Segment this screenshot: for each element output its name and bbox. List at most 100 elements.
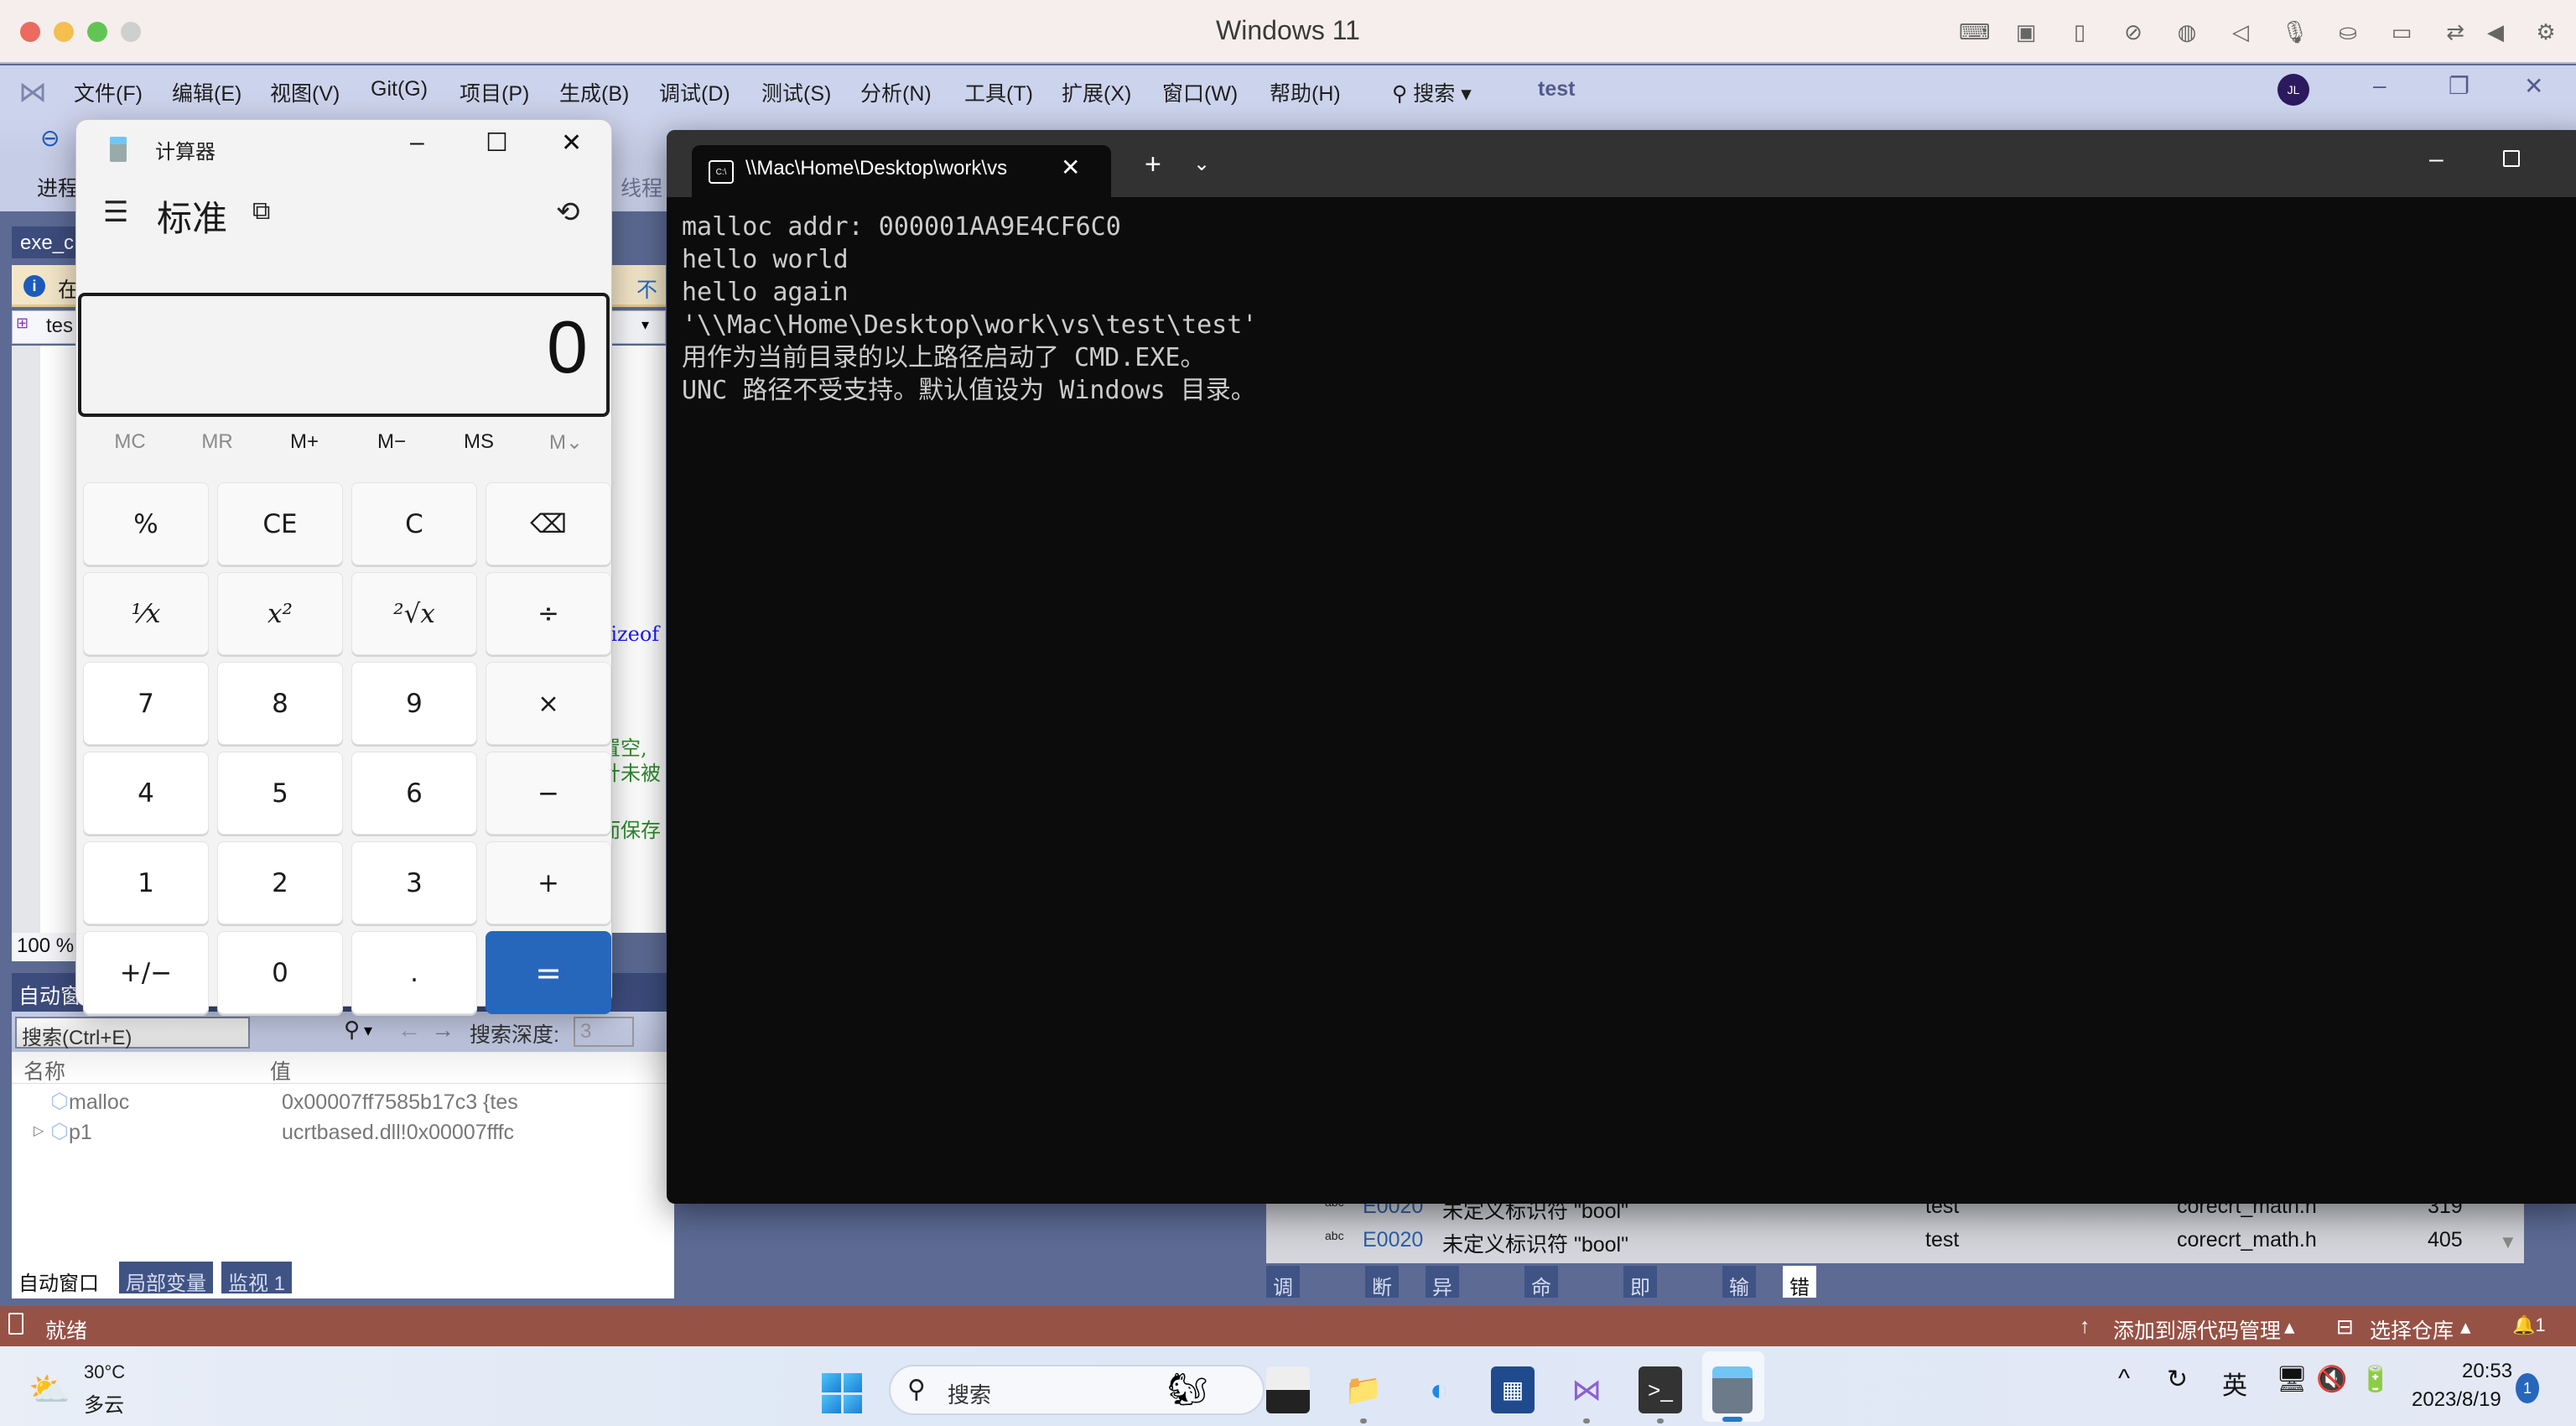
share-icon[interactable]: ⇄	[2442, 18, 2469, 45]
new-tab-button[interactable]: +	[1145, 148, 1161, 181]
clock-time[interactable]: 20:53	[2462, 1360, 2512, 1383]
digit-6-button[interactable]: 6	[351, 752, 477, 835]
digit-1-button[interactable]: 1	[83, 841, 209, 924]
store-app-icon[interactable]: ▦	[1491, 1366, 1535, 1413]
zoom-level-dropdown[interactable]: 100 %	[12, 933, 80, 961]
start-button[interactable]	[822, 1373, 862, 1413]
digit-7-button[interactable]: 7	[83, 662, 209, 745]
gear-icon[interactable]: ⚙	[2532, 18, 2559, 45]
calculator-maximize-button[interactable]: ☐	[486, 128, 508, 158]
menu-debug[interactable]: 调试(D)	[659, 77, 730, 107]
digit-3-button[interactable]: 3	[351, 841, 477, 924]
menu-build[interactable]: 生成(B)	[559, 77, 629, 107]
vs-minimize-button[interactable]: –	[2373, 72, 2386, 99]
calculator-close-button[interactable]: ✕	[561, 128, 582, 158]
add-button[interactable]: +	[486, 841, 611, 924]
tab-immediate-window[interactable]: 即时窗口	[1623, 1266, 1657, 1387]
menu-extensions[interactable]: 扩展(X)	[1062, 77, 1131, 107]
menu-analyze[interactable]: 分析(N)	[860, 77, 932, 107]
subtract-button[interactable]: −	[486, 752, 611, 835]
calculator-app-icon[interactable]	[1712, 1366, 1753, 1413]
weather-temperature[interactable]: 30°C	[84, 1361, 125, 1383]
close-tab-icon[interactable]: ✕	[1061, 154, 1080, 181]
network-icon[interactable]: 🖥	[2276, 1365, 2308, 1394]
tab-exception-settings[interactable]: 异常设置	[1426, 1266, 1459, 1387]
digit-0-button[interactable]: 0	[217, 931, 343, 1014]
menu-edit[interactable]: 编辑(E)	[172, 77, 242, 107]
keyboard-icon[interactable]: ⌨	[1959, 18, 1991, 45]
digit-8-button[interactable]: 8	[217, 662, 343, 745]
arrow-forward-icon[interactable]: →	[431, 1017, 454, 1043]
visual-studio-app-icon[interactable]: ⋈	[1565, 1366, 1608, 1413]
arrow-back-icon[interactable]: ←	[397, 1017, 421, 1043]
memory-add-button[interactable]: M+	[262, 430, 346, 454]
backspace-button[interactable]: ⌫	[486, 482, 611, 565]
vs-close-button[interactable]: ✕	[2524, 72, 2543, 100]
digit-9-button[interactable]: 9	[351, 662, 477, 745]
speaker-icon[interactable]: ◁	[2227, 18, 2254, 45]
terminal-maximize-button[interactable]	[2503, 150, 2520, 167]
camera-icon[interactable]: ▭	[2388, 18, 2415, 45]
network-off-icon[interactable]: ⊘	[2120, 18, 2147, 45]
divide-button[interactable]: ÷	[486, 572, 611, 655]
table-row[interactable]: ▷ ⬡ p1 ucrtbased.dll!0x00007fffc	[29, 1119, 674, 1149]
notification-center-badge[interactable]: 1	[2516, 1373, 2539, 1403]
add-to-source-control-button[interactable]: 添加到源代码管理	[2113, 1314, 2281, 1345]
digit-2-button[interactable]: 2	[217, 841, 343, 924]
reciprocal-button[interactable]: ¹⁄x	[83, 572, 209, 655]
menu-test[interactable]: 测试(S)	[761, 77, 831, 107]
terminal-tab[interactable]: C:\ \\Mac\Home\Desktop\work\vs ✕	[692, 145, 1111, 197]
percent-button[interactable]: %	[83, 482, 209, 565]
memory-subtract-button[interactable]: M−	[350, 430, 434, 454]
tab-command-window[interactable]: 命令窗口	[1524, 1266, 1558, 1387]
table-row[interactable]: ⬡ malloc 0x00007ff7585b17c3 {tes	[29, 1089, 674, 1119]
chevron-down-icon[interactable]: ▾	[641, 316, 649, 334]
edge-app-icon[interactable]: ◐	[1417, 1366, 1461, 1413]
column-value[interactable]: 值	[270, 1055, 291, 1085]
tab-autos[interactable]: 自动窗口	[12, 1262, 106, 1295]
scroll-down-icon[interactable]: ▼	[2499, 1231, 2517, 1253]
arrow-left-icon[interactable]: ◀	[2482, 18, 2509, 45]
search-icon[interactable]: ⚲	[344, 1017, 360, 1043]
search-depth-dropdown[interactable]: 3	[574, 1017, 634, 1047]
menu-window[interactable]: 窗口(W)	[1162, 77, 1238, 107]
clear-entry-button[interactable]: CE	[217, 482, 343, 565]
tab-dropdown-button[interactable]: ⌄	[1193, 152, 1210, 176]
terminal-app-icon[interactable]: >_	[1639, 1366, 1682, 1413]
memory-store-button[interactable]: MS	[437, 430, 521, 454]
menu-project[interactable]: 项目(P)	[460, 77, 529, 107]
negate-button[interactable]: +/−	[83, 931, 209, 1014]
vs-restore-button[interactable]: ❐	[2449, 72, 2470, 100]
show-hidden-icons-chevron-icon[interactable]: ^	[2118, 1365, 2130, 1393]
square-button[interactable]: x²	[217, 572, 343, 655]
equals-button[interactable]: =	[486, 931, 611, 1014]
keep-on-top-icon[interactable]: ⧉	[252, 197, 270, 226]
tab-error-list[interactable]: 错误列表	[1783, 1266, 1816, 1387]
menu-view[interactable]: 视图(V)	[270, 77, 340, 107]
terminal-output[interactable]: malloc addr: 000001AA9E4CF6C0 hello world…	[682, 211, 1257, 407]
autos-search-input[interactable]: 搜索(Ctrl+E)	[15, 1017, 250, 1049]
tab-output[interactable]: 输出	[1722, 1266, 1756, 1329]
multiply-button[interactable]: ×	[486, 662, 611, 745]
digit-5-button[interactable]: 5	[217, 752, 343, 835]
tab-breakpoints[interactable]: 断点	[1365, 1266, 1399, 1329]
sync-icon[interactable]: ↻	[2167, 1365, 2188, 1394]
avatar[interactable]: JL	[2277, 74, 2309, 106]
vs-search-button[interactable]: ⚲ 搜索 ▾	[1392, 77, 1472, 107]
tab-call-stack[interactable]: 调用堆栈	[1266, 1266, 1300, 1387]
digit-4-button[interactable]: 4	[83, 752, 209, 835]
history-icon[interactable]: ⟲	[556, 195, 580, 229]
volume-muted-icon[interactable]: 🔇	[2316, 1365, 2347, 1394]
cpu-icon[interactable]: ▣	[2012, 18, 2039, 45]
select-repository-button[interactable]: 选择仓库	[2370, 1314, 2454, 1345]
clock-date[interactable]: 2023/8/19	[2412, 1388, 2501, 1412]
hamburger-menu-icon[interactable]: ☰	[103, 195, 128, 229]
disk-icon[interactable]: ⛀	[2334, 18, 2361, 45]
input-method-indicator[interactable]: 英	[2222, 1365, 2247, 1402]
menu-help[interactable]: 帮助(H)	[1270, 77, 1341, 107]
tab-watch-1[interactable]: 监视 1	[221, 1262, 293, 1295]
chevron-down-icon[interactable]: ▾	[364, 1020, 372, 1041]
navigate-back-icon[interactable]: ⊖	[40, 124, 60, 152]
menu-file[interactable]: 文件(F)	[74, 77, 143, 107]
weather-description[interactable]: 多云	[84, 1388, 124, 1418]
